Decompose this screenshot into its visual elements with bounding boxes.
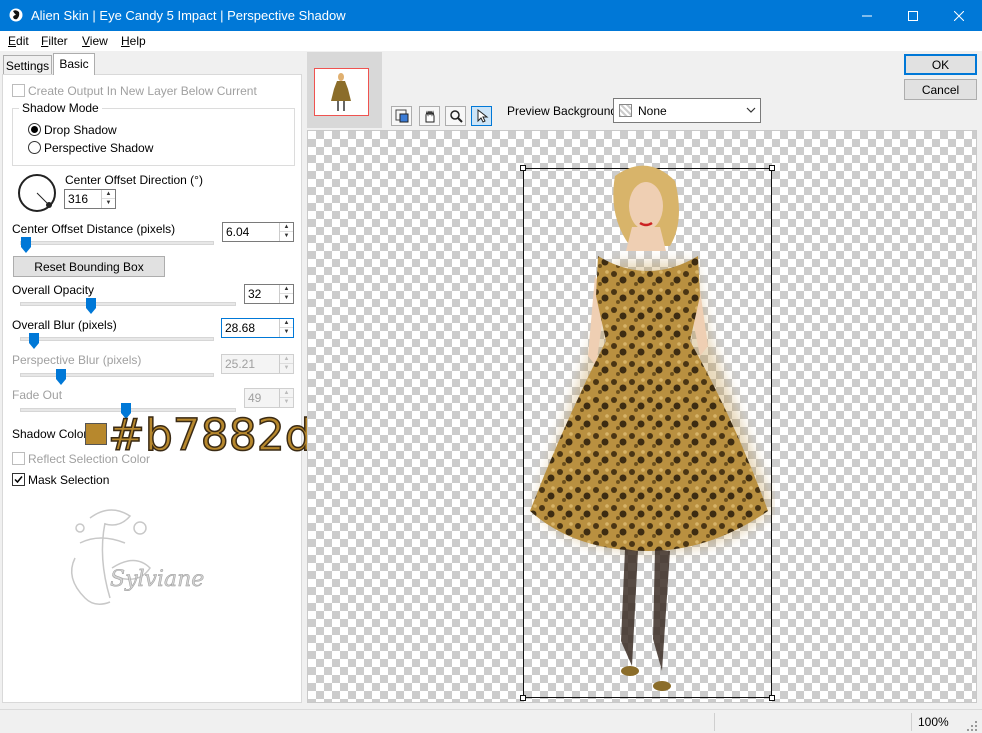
preview-canvas[interactable] [307, 130, 977, 703]
close-button[interactable] [936, 0, 982, 31]
shadow-mode-title: Shadow Mode [19, 101, 102, 115]
perspective-shadow-radio[interactable] [28, 141, 41, 154]
status-divider [714, 713, 715, 731]
bounding-box-tool-icon [395, 109, 408, 123]
maximize-button[interactable] [890, 0, 936, 31]
perspective-shadow-label: Perspective Shadow [44, 141, 154, 155]
drop-shadow-label: Drop Shadow [44, 123, 117, 137]
menu-bar: Edit Filter View Help [0, 31, 982, 51]
distance-stepper[interactable]: ▲ ▼ [279, 223, 293, 241]
maximize-icon [908, 10, 918, 21]
center-offset-distance-track[interactable] [20, 241, 214, 245]
preview-background-label: Preview Background: [507, 104, 621, 118]
tab-basic[interactable]: Basic [53, 53, 95, 75]
create-output-checkbox[interactable] [12, 84, 25, 97]
title-bar: Alien Skin | Eye Candy 5 Impact | Perspe… [0, 0, 982, 31]
ok-button[interactable]: OK [904, 54, 977, 75]
sylviane-watermark-logo: Sylviane [70, 509, 205, 605]
direction-stepper[interactable]: ▲ ▼ [101, 190, 115, 208]
zoom-level: 100% [918, 715, 949, 729]
bounding-box-tool-button[interactable] [391, 106, 412, 126]
mask-selection-label: Mask Selection [28, 473, 110, 487]
center-offset-distance-slider[interactable] [21, 237, 31, 253]
drop-shadow-radio[interactable] [28, 123, 41, 136]
perspective-blur-label: Perspective Blur (pixels) [12, 353, 142, 367]
tab-settings[interactable]: Settings [3, 55, 52, 75]
zoom-tool-icon [449, 110, 463, 123]
fade-out-stepper[interactable]: ▲ ▼ [279, 389, 293, 407]
menu-view[interactable]: View [82, 34, 108, 48]
window-title: Alien Skin | Eye Candy 5 Impact | Perspe… [31, 8, 346, 23]
pointer-tool-icon [477, 109, 488, 123]
perspective-blur-stepper[interactable]: ▲ ▼ [279, 355, 293, 373]
shadow-color-swatch[interactable] [85, 423, 107, 445]
opacity-stepper[interactable]: ▲ ▼ [279, 285, 293, 303]
direction-dial[interactable] [18, 174, 56, 212]
zoom-tool-button[interactable] [445, 106, 466, 126]
overall-opacity-label: Overall Opacity [12, 283, 95, 297]
center-offset-direction-input[interactable]: 316 ▲ ▼ [64, 189, 116, 209]
mask-selection-checkbox[interactable] [12, 473, 25, 486]
hand-tool-icon [425, 110, 434, 123]
reflect-selection-label: Reflect Selection Color [28, 452, 151, 466]
overall-opacity-input[interactable]: 32 ▲ ▼ [244, 284, 294, 304]
menu-help[interactable]: Help [121, 34, 146, 48]
perspective-blur-track[interactable] [20, 373, 214, 377]
status-bar: 100% [0, 709, 982, 733]
blur-stepper[interactable]: ▲ ▼ [279, 319, 293, 337]
overall-blur-label: Overall Blur (pixels) [12, 318, 117, 332]
svg-text:Sylviane: Sylviane [110, 567, 204, 592]
menu-filter[interactable]: Filter [41, 34, 68, 48]
preview-background-value: None [638, 104, 667, 118]
resize-grip-icon[interactable] [966, 720, 978, 732]
reset-bounding-box-button[interactable]: Reset Bounding Box [13, 256, 165, 277]
center-offset-distance-input[interactable]: 6.04 ▲ ▼ [222, 222, 294, 242]
preview-thumbnail[interactable] [307, 52, 382, 128]
preview-background-select[interactable]: None [613, 98, 761, 123]
overall-opacity-track[interactable] [20, 302, 236, 306]
fade-out-label: Fade Out [12, 388, 63, 402]
transparency-swatch-icon [619, 104, 632, 117]
fade-out-input[interactable]: 49 ▲ ▼ [244, 388, 294, 408]
center-offset-distance-label: Center Offset Distance (pixels) [12, 222, 176, 236]
shadow-mode-group: Shadow Mode [12, 101, 295, 166]
cancel-button[interactable]: Cancel [904, 79, 977, 100]
checkmark-icon [14, 476, 23, 484]
alien-skin-app-icon [9, 8, 23, 22]
thumbnail-viewport[interactable] [314, 68, 369, 116]
overall-blur-input[interactable]: 28.68 ▲ ▼ [221, 318, 294, 338]
hand-tool-button[interactable] [419, 106, 440, 126]
minimize-icon [862, 15, 872, 16]
perspective-blur-slider[interactable] [56, 369, 66, 385]
minimize-button[interactable] [844, 0, 890, 31]
chevron-down-icon [746, 107, 756, 113]
center-offset-direction-label: Center Offset Direction (°) [65, 173, 203, 187]
close-icon [954, 10, 964, 21]
perspective-blur-input[interactable]: 25.21 ▲ ▼ [221, 354, 294, 374]
dial-needle-icon [36, 192, 52, 208]
overall-blur-track[interactable] [20, 337, 214, 341]
thumbnail-image [331, 73, 351, 111]
overall-blur-slider[interactable] [29, 333, 39, 349]
model-figure-image [530, 165, 774, 691]
menu-edit[interactable]: Edit [8, 34, 29, 48]
pointer-tool-button[interactable] [471, 106, 492, 126]
shadow-color-label: Shadow Color [12, 427, 88, 441]
overall-opacity-slider[interactable] [86, 298, 96, 314]
create-output-label: Create Output In New Layer Below Current [28, 84, 257, 98]
reflect-selection-checkbox[interactable] [12, 452, 25, 465]
status-divider [911, 713, 912, 731]
